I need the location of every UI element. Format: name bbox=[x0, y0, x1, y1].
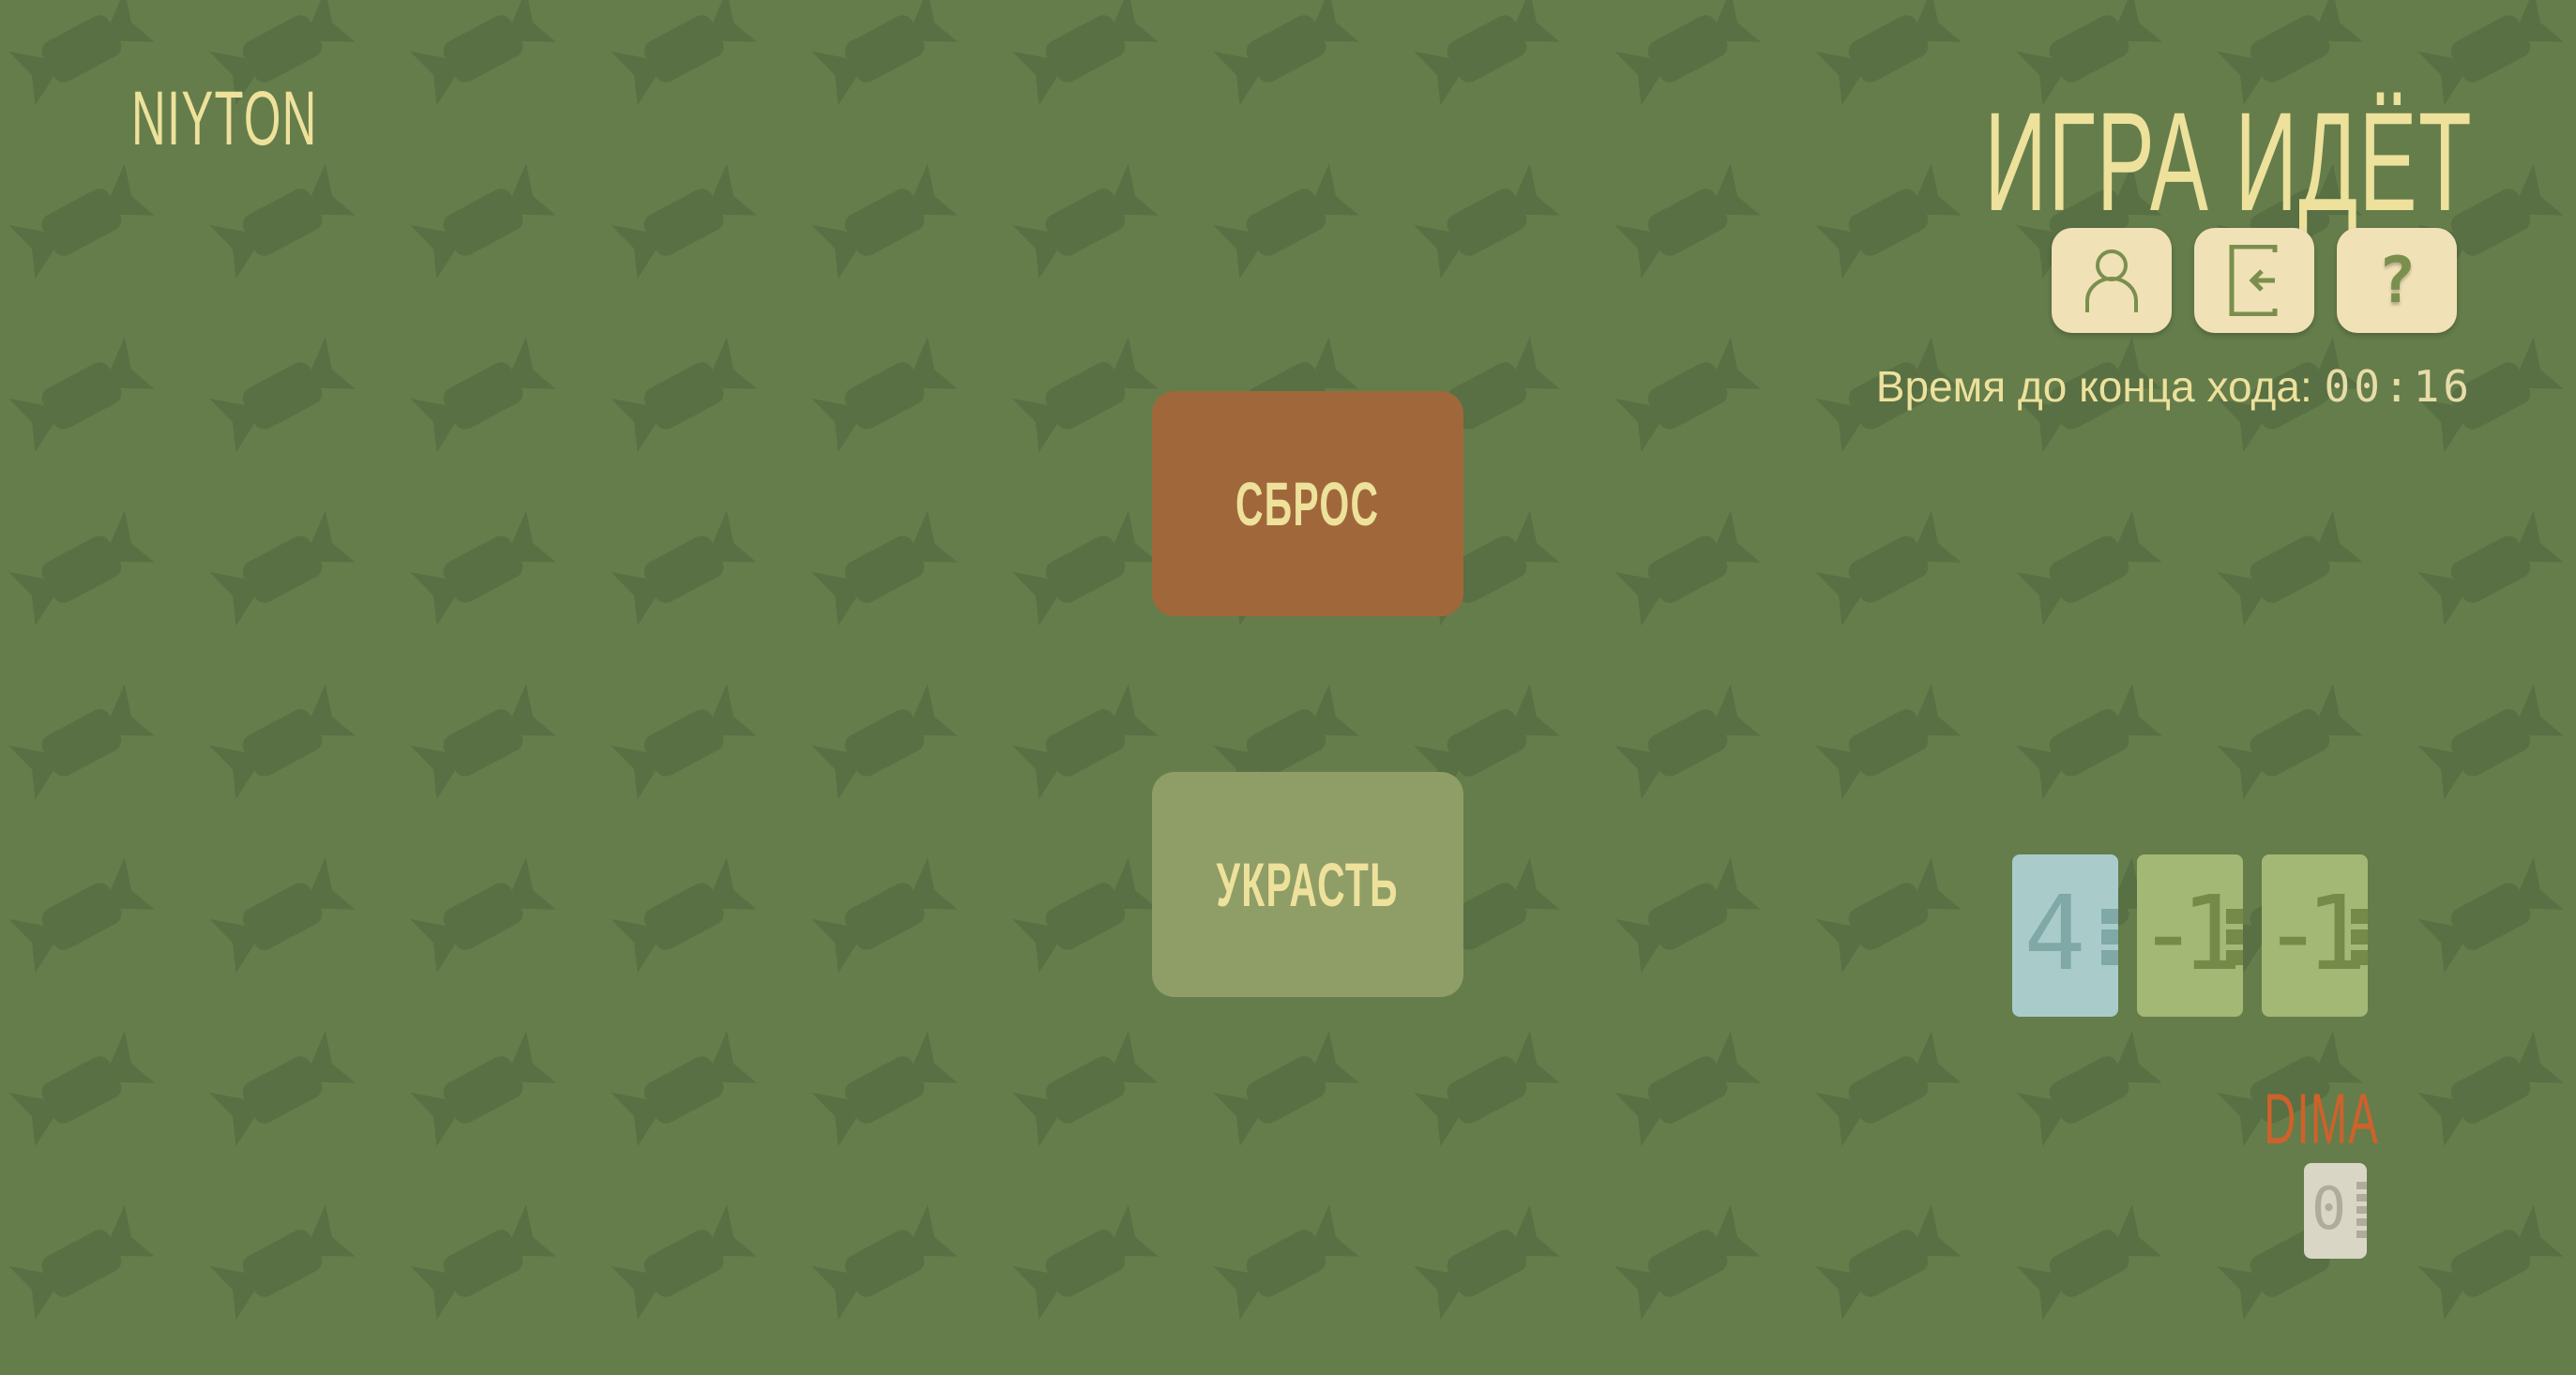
table-card[interactable]: 4 bbox=[2012, 854, 2118, 1017]
table-card[interactable]: -1 bbox=[2137, 854, 2243, 1017]
card-value: 4 bbox=[2023, 873, 2086, 993]
player-card[interactable]: 0 bbox=[2304, 1163, 2367, 1259]
card-notch bbox=[2356, 1194, 2367, 1201]
card-value: -1 bbox=[2262, 873, 2367, 993]
card-notch bbox=[2226, 909, 2243, 924]
game-status-title: ИГРА ИДЁТ bbox=[1984, 83, 2473, 240]
card-notch bbox=[2101, 950, 2118, 965]
timer-label: Время до конца хода: bbox=[1875, 362, 2312, 411]
steal-button[interactable]: УКРАСТЬ bbox=[1152, 772, 1463, 997]
discard-button[interactable]: СБРОС bbox=[1152, 391, 1463, 616]
card-notch bbox=[2351, 909, 2368, 924]
table-card[interactable]: -1 bbox=[2262, 854, 2368, 1017]
turn-timer: Время до конца хода: 00:16 bbox=[1876, 361, 2473, 412]
card-notch bbox=[2356, 1231, 2367, 1238]
card-notch bbox=[2356, 1218, 2367, 1226]
user-icon bbox=[2085, 249, 2138, 312]
profile-button[interactable] bbox=[2052, 228, 2172, 333]
timer-value: 00:16 bbox=[2324, 361, 2473, 412]
exit-icon bbox=[2229, 245, 2278, 316]
logo[interactable]: NIYTON bbox=[131, 75, 432, 163]
card-notch bbox=[2356, 1182, 2367, 1189]
exit-button[interactable] bbox=[2194, 228, 2314, 333]
card-notch bbox=[2226, 929, 2243, 944]
card-value: -1 bbox=[2137, 873, 2242, 993]
card-notch bbox=[2351, 929, 2368, 944]
player-name: DIMA bbox=[2264, 1080, 2379, 1159]
card-notch bbox=[2356, 1206, 2367, 1214]
help-button[interactable]: ? bbox=[2337, 228, 2457, 333]
card-value: 0 bbox=[2311, 1174, 2347, 1243]
card-notch bbox=[2226, 950, 2243, 965]
help-icon: ? bbox=[2377, 243, 2417, 318]
card-notch bbox=[2351, 950, 2368, 965]
card-notch bbox=[2101, 929, 2118, 944]
card-notch bbox=[2101, 909, 2118, 924]
